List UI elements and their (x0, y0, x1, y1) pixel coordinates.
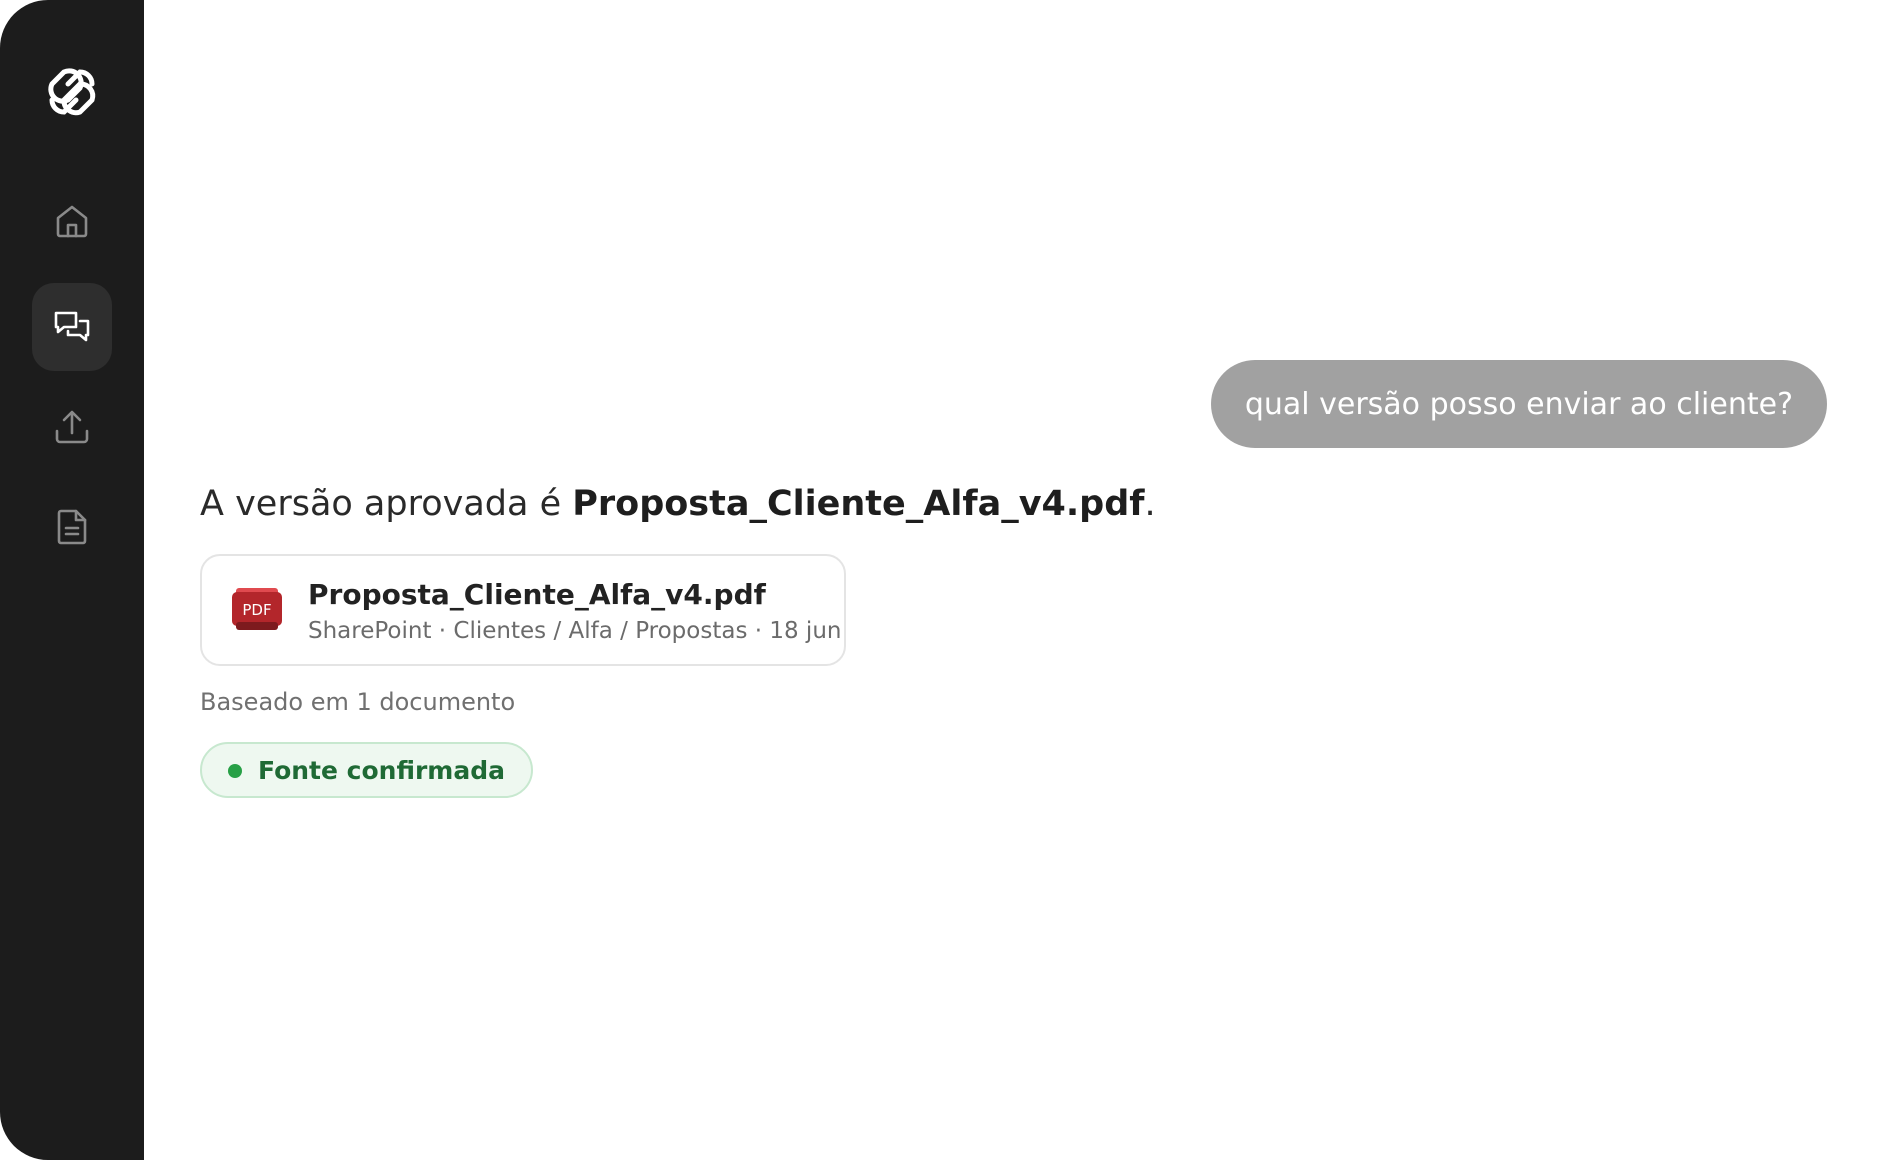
home-icon (56, 205, 88, 238)
sidebar-item-upload[interactable] (32, 383, 112, 471)
badge-label: Fonte confirmada (258, 755, 505, 785)
answer-file-name: Proposta_Cliente_Alfa_v4.pdf (572, 484, 1145, 524)
svg-text:PDF: PDF (242, 601, 271, 619)
chat-bubbles-icon (54, 311, 90, 342)
sidebar-item-chat[interactable] (32, 283, 112, 371)
app-window: qual versão posso enviar ao cliente? A v… (0, 0, 1880, 1160)
source-document-title: Proposta_Cliente_Alfa_v4.pdf (308, 578, 766, 611)
answer-prefix: A versão aprovada é (200, 484, 573, 524)
source-confirmed-badge: Fonte confirmada (200, 742, 533, 798)
logo-icon[interactable] (44, 64, 100, 120)
sources-count-label: Baseado em 1 documento (200, 688, 516, 716)
assistant-answer: A versão aprovada é Proposta_Cliente_Alf… (200, 484, 1156, 524)
user-message-bubble: qual versão posso enviar ao cliente? (1210, 360, 1827, 448)
source-document-card[interactable]: PDF Proposta_Cliente_Alfa_v4.pdf SharePo… (200, 554, 846, 666)
document-icon (57, 509, 87, 545)
sidebar (0, 0, 144, 1160)
sidebar-item-home[interactable] (32, 177, 112, 265)
source-document-meta: SharePoint · Clientes / Alfa / Propostas… (308, 618, 842, 644)
sidebar-item-documents[interactable] (32, 483, 112, 571)
upload-icon (55, 410, 89, 444)
pdf-file-icon: PDF (232, 588, 282, 630)
status-dot-icon (228, 764, 242, 778)
answer-suffix: . (1144, 484, 1156, 524)
user-message-text: qual versão posso enviar ao cliente? (1244, 386, 1793, 422)
